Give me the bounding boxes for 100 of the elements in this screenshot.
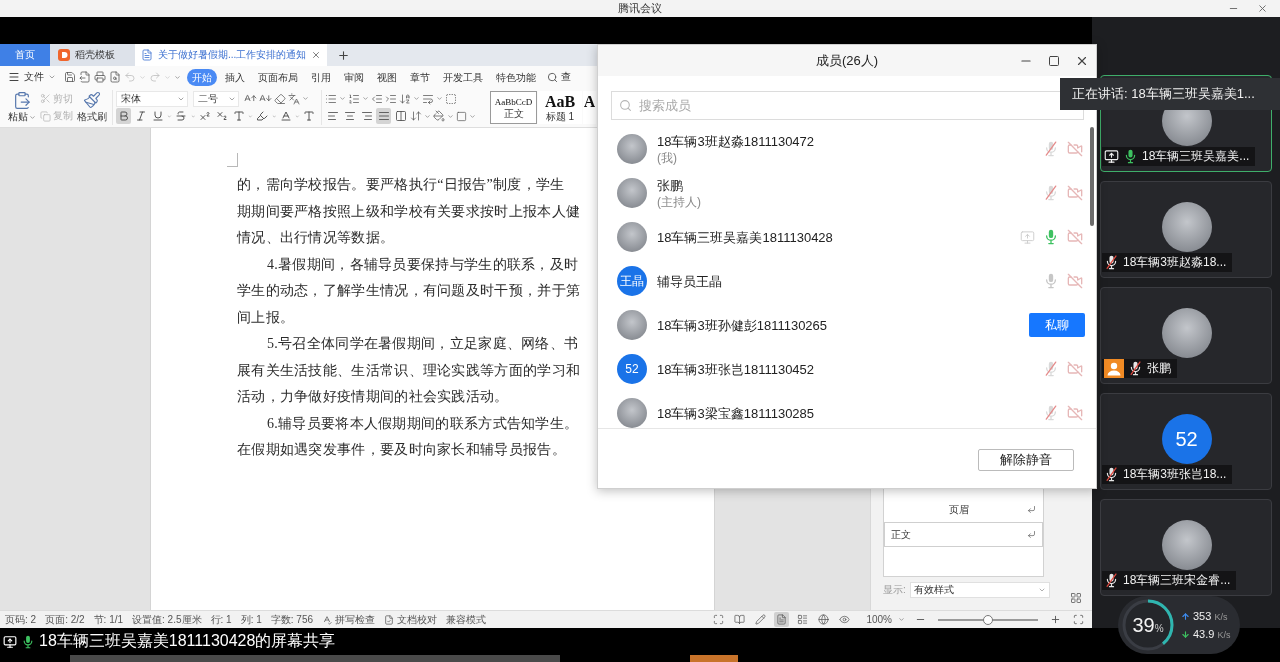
file-menu[interactable]: 文件: [8, 70, 56, 84]
wrap-text-icon[interactable]: [422, 92, 434, 105]
line-spacing-icon[interactable]: [410, 110, 422, 123]
style-filter-select[interactable]: 有效样式: [909, 582, 1050, 598]
grid-icon[interactable]: [1070, 592, 1082, 604]
status-text: 页码: 2: [5, 612, 37, 627]
align-justify-button[interactable]: [376, 108, 391, 125]
maximize-icon[interactable]: [1048, 54, 1060, 67]
style-list-item[interactable]: 页眉: [884, 497, 1043, 522]
border-icon[interactable]: [445, 92, 457, 105]
view-mode-button[interactable]: [753, 612, 769, 627]
caret-icon[interactable]: [447, 112, 454, 120]
template-tab[interactable]: 稻壳模板: [50, 44, 135, 66]
style-preset[interactable]: AaBbCcD 正文: [490, 91, 537, 124]
avatar-photo-placeholder: [1161, 308, 1212, 358]
ribbon-tab[interactable]: 特色功能: [491, 68, 541, 86]
ribbon-tab[interactable]: 开发工具: [438, 68, 488, 86]
scrollbar[interactable]: [1090, 127, 1094, 226]
zoom-in-icon[interactable]: [1050, 614, 1061, 625]
font-name-select[interactable]: 宋体: [116, 90, 188, 107]
document-tab[interactable]: 关于做好暑假期...工作安排的通知: [135, 44, 328, 66]
caret-icon[interactable]: [436, 95, 443, 103]
ribbon-tab[interactable]: 视图: [372, 68, 402, 86]
search-icon: [547, 71, 558, 83]
ribbon-tab[interactable]: 章节: [405, 68, 435, 86]
file-export-icon[interactable]: [79, 71, 91, 83]
text-effect-icon: [232, 110, 245, 123]
document-icon: [141, 49, 153, 61]
caret-icon[interactable]: [362, 95, 369, 103]
style-list-item[interactable]: 正文: [884, 522, 1043, 547]
plus-icon[interactable]: [337, 48, 351, 62]
fit-window-icon[interactable]: [1073, 614, 1084, 625]
file-check-icon: [384, 614, 395, 625]
ribbon-tab[interactable]: 页面布局: [253, 68, 303, 86]
paste-button[interactable]: 粘贴: [8, 90, 36, 125]
align-center-icon: [343, 110, 356, 123]
fullscreen-icon: [713, 614, 725, 625]
translate-icon[interactable]: [288, 92, 300, 105]
show-label: 显示:: [883, 583, 906, 597]
participant-name: 张鹏: [1147, 360, 1171, 377]
view-mode-button[interactable]: [774, 612, 790, 627]
strikethrough-icon: [175, 110, 188, 123]
status-text: 行: 1: [210, 612, 232, 627]
paintbrush-icon: [83, 91, 101, 109]
style-preset[interactable]: A: [583, 91, 596, 124]
speaker-tooltip: 正在讲话: 18车辆三班吴嘉美1...: [1060, 78, 1280, 110]
status-text: 页面: 2/2: [45, 612, 85, 627]
private-chat-button[interactable]: 私聊: [1029, 313, 1085, 337]
avatar-photo-placeholder: [617, 134, 647, 164]
numbered-list-icon[interactable]: [348, 92, 360, 105]
paint-bucket-icon[interactable]: [433, 110, 445, 123]
print-preview-icon[interactable]: [109, 71, 121, 83]
zoom-percent: 100%: [866, 614, 892, 625]
bold-button[interactable]: [116, 108, 131, 125]
caret-icon: [48, 73, 56, 81]
caret-icon[interactable]: [339, 95, 346, 103]
proofing-button[interactable]: 文档校对: [384, 612, 438, 627]
home-tab[interactable]: 首页: [0, 44, 50, 66]
unmute-button[interactable]: 解除静音: [978, 449, 1074, 471]
caret-icon[interactable]: [29, 113, 36, 121]
spell-check-button[interactable]: 拼写检查: [322, 612, 376, 627]
sort-icon[interactable]: [399, 92, 411, 105]
member-name: 18车辆3班赵淼1811130472: [657, 132, 815, 150]
zoom-slider[interactable]: [938, 614, 1038, 625]
indent-icon[interactable]: [385, 92, 397, 105]
eraser-icon[interactable]: [274, 92, 286, 105]
caret-icon[interactable]: [469, 112, 476, 120]
avatar-initials: 王晶: [617, 266, 647, 296]
participant-name: 18车辆三班宋金睿...: [1123, 572, 1231, 589]
member-role: (我): [657, 149, 677, 166]
avatar-photo-placeholder: [1161, 202, 1212, 252]
participant-name: 18车辆三班吴嘉美...: [1142, 148, 1250, 165]
participant-name: 18车辆3班赵淼18...: [1123, 254, 1227, 271]
ribbon-tab[interactable]: 审阅: [339, 68, 369, 86]
outdent-icon[interactable]: [371, 92, 383, 105]
font-size-select[interactable]: 二号: [193, 90, 239, 107]
document-paragraph: 4.暑假期间，各辅导员要保持与学生的联系，及时 学生的动态，了解学生情况，有问题及时干预，并于第 间上报。: [236, 255, 581, 327]
caret-icon[interactable]: [413, 95, 420, 103]
ribbon-tab[interactable]: 插入: [220, 68, 250, 86]
menu-icon: [8, 71, 20, 83]
margin-corner-mark: [227, 153, 238, 167]
format-painter-button[interactable]: 格式刷: [77, 90, 107, 125]
save-icon[interactable]: [64, 71, 76, 83]
status-text: 列: 1: [240, 612, 262, 627]
close-icon[interactable]: [1257, 3, 1268, 14]
slider-thumb[interactable]: [983, 614, 993, 625]
view-mode-button[interactable]: [732, 612, 748, 627]
caret-icon[interactable]: [302, 95, 309, 103]
ribbon-tab[interactable]: 引用: [306, 68, 336, 86]
avatar-photo-placeholder: [617, 398, 647, 428]
bullet-list-icon[interactable]: [325, 92, 337, 105]
caret-icon[interactable]: [424, 112, 431, 120]
search-button[interactable]: 查: [544, 70, 574, 84]
caret-icon[interactable]: [898, 616, 905, 623]
style-preset[interactable]: AaB 标题 1: [538, 91, 582, 124]
view-mode-button[interactable]: [816, 612, 832, 627]
square-border-icon[interactable]: [456, 110, 467, 122]
close-icon[interactable]: [311, 50, 322, 60]
status-text: 字数: 756: [270, 612, 314, 627]
printer-icon[interactable]: [94, 71, 106, 83]
